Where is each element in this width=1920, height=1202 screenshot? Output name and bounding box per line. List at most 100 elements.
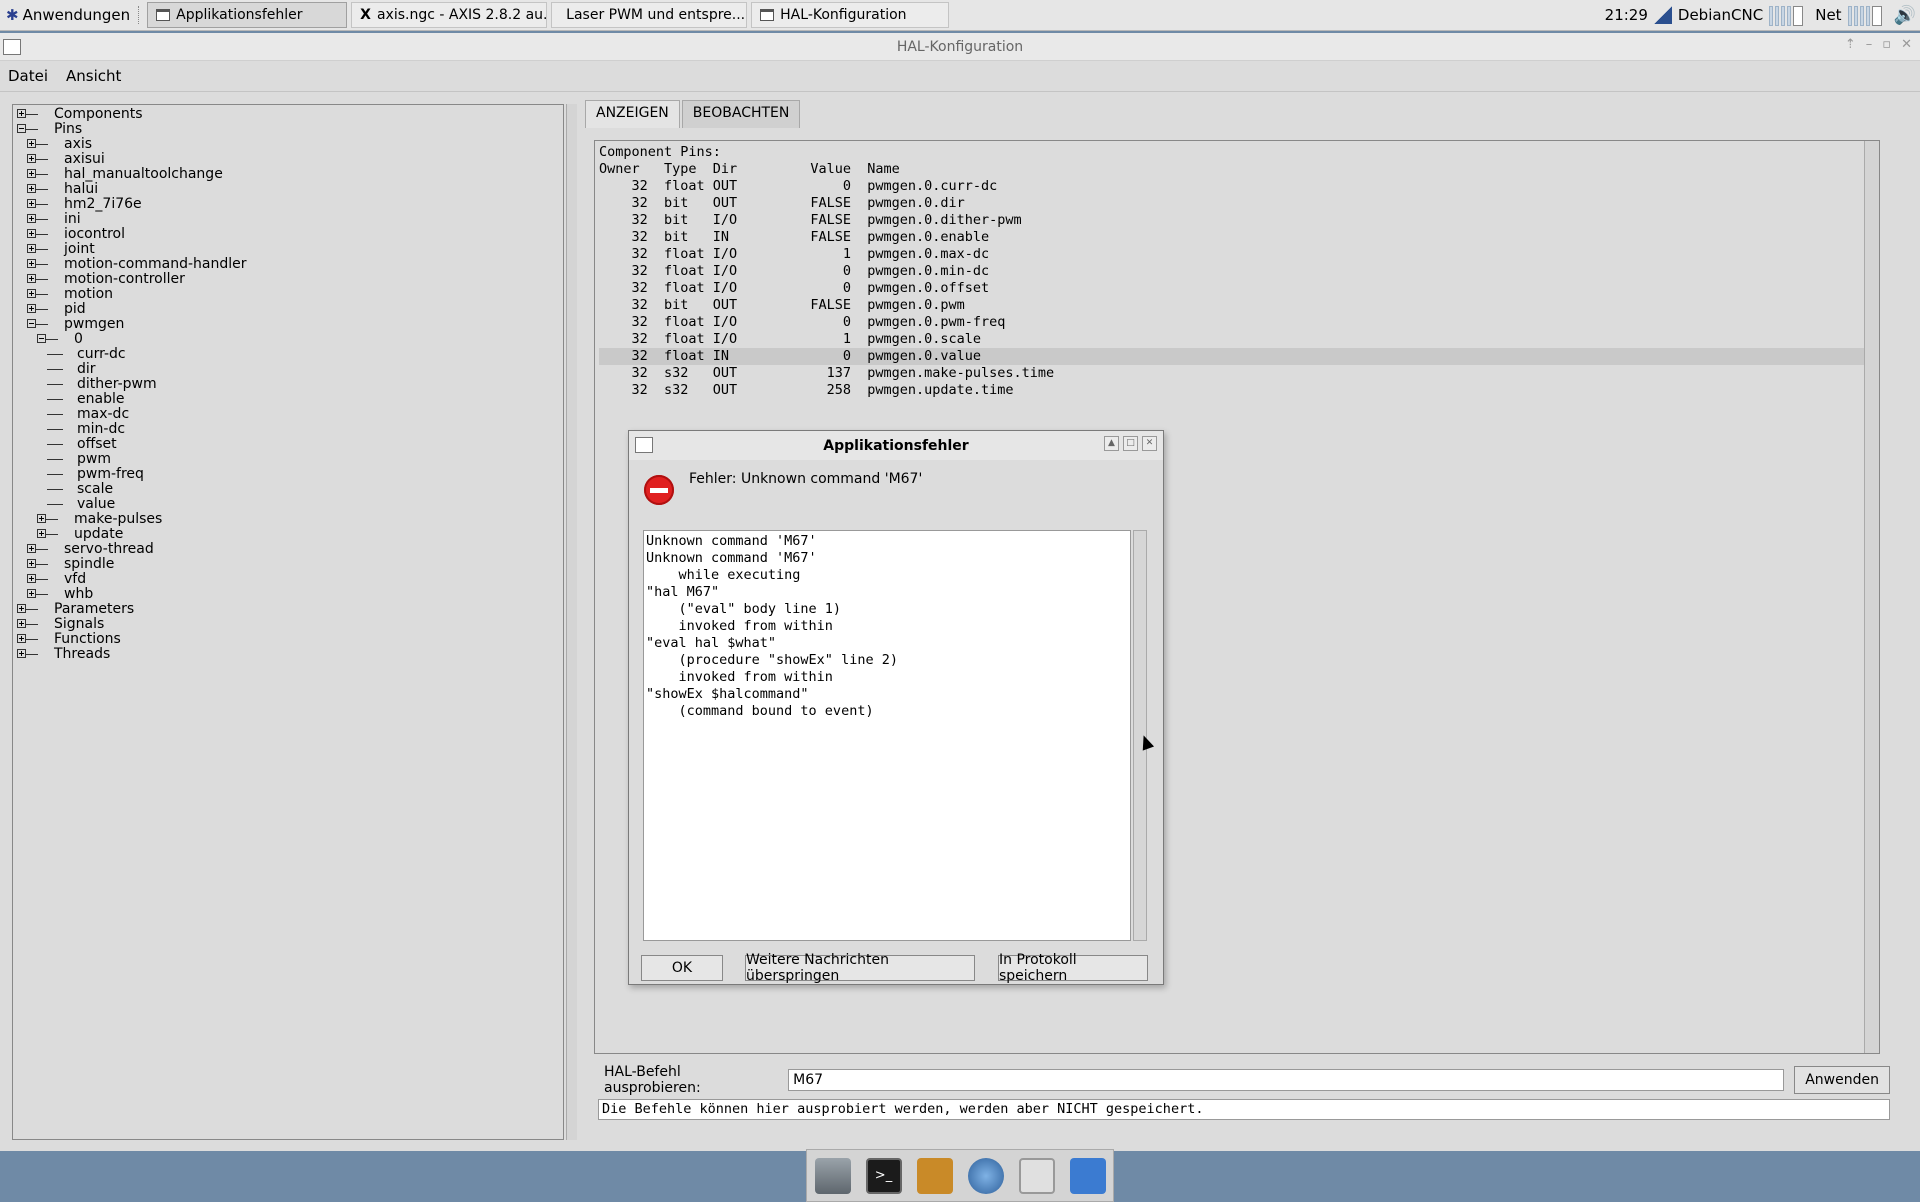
- tree-item[interactable]: motion: [13, 287, 553, 302]
- expand-icon[interactable]: [27, 574, 36, 583]
- tree-item[interactable]: dir: [13, 362, 553, 377]
- pin-row[interactable]: 32 float I/O 0 pwmgen.0.pwm-freq: [599, 314, 1869, 331]
- tree-item[interactable]: joint: [13, 242, 553, 257]
- search-icon[interactable]: [1018, 1157, 1055, 1194]
- save-to-log-button[interactable]: In Protokoll speichern: [998, 952, 1148, 984]
- expand-icon[interactable]: [27, 154, 36, 163]
- expand-icon[interactable]: [27, 289, 36, 298]
- collapse-icon[interactable]: [27, 319, 36, 328]
- tree-item[interactable]: pwm: [13, 452, 553, 467]
- tree-item[interactable]: pwmgen: [13, 317, 553, 332]
- expand-icon[interactable]: [27, 304, 36, 313]
- task-axis[interactable]: X axis.ngc - AXIS 2.8.2 au...: [351, 2, 548, 28]
- expand-icon[interactable]: [17, 619, 26, 628]
- pin-row[interactable]: 32 float I/O 1 pwmgen.0.scale: [599, 331, 1869, 348]
- tree-item[interactable]: offset: [13, 437, 553, 452]
- expand-icon[interactable]: [27, 244, 36, 253]
- tree-item[interactable]: update: [13, 527, 553, 542]
- clock[interactable]: 21:29: [1605, 6, 1648, 24]
- tree-item[interactable]: whb: [13, 587, 553, 602]
- tree-item[interactable]: motion-controller: [13, 272, 553, 287]
- tree-item[interactable]: servo-thread: [13, 542, 553, 557]
- network-bars-icon[interactable]: [1653, 6, 1672, 24]
- tree-item[interactable]: enable: [13, 392, 553, 407]
- skip-messages-button[interactable]: Weitere Nachrichten überspringen: [745, 952, 975, 984]
- tree-item[interactable]: motion-command-handler: [13, 257, 553, 272]
- collapse-icon[interactable]: [17, 124, 26, 133]
- menu-datei[interactable]: Datei: [8, 67, 48, 85]
- tree-item[interactable]: iocontrol: [13, 227, 553, 242]
- tree-item[interactable]: 0: [13, 332, 553, 347]
- tree-item[interactable]: scale: [13, 482, 553, 497]
- hal-tree[interactable]: Components Pins axis axisui hal_manualtoolch…: [12, 104, 564, 1140]
- pin-row[interactable]: 32 s32 OUT 137 pwmgen.make-pulses.time: [599, 365, 1869, 382]
- tree-item[interactable]: vfd: [13, 572, 553, 587]
- tree-item[interactable]: axis: [13, 137, 553, 152]
- tree-scrollbar[interactable]: [566, 104, 577, 1140]
- tree-item[interactable]: max-dc: [13, 407, 553, 422]
- tree-item[interactable]: Pins: [13, 122, 553, 137]
- command-input[interactable]: M67: [788, 1068, 1785, 1091]
- window-titlebar[interactable]: HAL-Konfiguration ⇡ – ▫ ✕: [0, 33, 1920, 61]
- task-hal-konfiguration[interactable]: HAL-Konfiguration: [751, 2, 950, 28]
- pin-row[interactable]: 32 bit OUT FALSE pwmgen.0.pwm: [599, 297, 1869, 314]
- error-details[interactable]: Unknown command 'M67' Unknown command 'M…: [643, 530, 1131, 941]
- expand-icon[interactable]: [27, 199, 36, 208]
- expand-icon[interactable]: [27, 589, 36, 598]
- menu-ansicht[interactable]: Ansicht: [66, 67, 121, 85]
- tree-item[interactable]: hm2_7i76e: [13, 197, 553, 212]
- pin-row[interactable]: 32 bit I/O FALSE pwmgen.0.dither-pwm: [599, 212, 1869, 229]
- expand-icon[interactable]: [27, 169, 36, 178]
- window-icon[interactable]: [635, 437, 653, 453]
- maximize-icon[interactable]: □: [1123, 436, 1138, 451]
- expand-icon[interactable]: [17, 604, 26, 613]
- collapse-icon[interactable]: [37, 334, 46, 343]
- expand-icon[interactable]: [27, 184, 36, 193]
- minimize-icon[interactable]: –: [1866, 37, 1873, 52]
- pin-row[interactable]: 32 float I/O 0 pwmgen.0.min-dc: [599, 263, 1869, 280]
- expand-icon[interactable]: [27, 229, 36, 238]
- shade-icon[interactable]: ▲: [1104, 436, 1119, 451]
- expand-icon[interactable]: [17, 109, 26, 118]
- expand-icon[interactable]: [17, 634, 26, 643]
- tree-item[interactable]: halui: [13, 182, 553, 197]
- tree-item[interactable]: axisui: [13, 152, 553, 167]
- expand-icon[interactable]: [27, 259, 36, 268]
- task-applikationsfehler[interactable]: Applikationsfehler: [147, 2, 348, 28]
- ok-button[interactable]: OK: [641, 955, 723, 981]
- pin-row[interactable]: 32 bit OUT FALSE pwmgen.0.dir: [599, 195, 1869, 212]
- tab-beobachten[interactable]: BEOBACHTEN: [681, 100, 801, 128]
- maximize-icon[interactable]: ▫: [1882, 37, 1891, 52]
- window-icon[interactable]: [3, 39, 21, 55]
- dialog-titlebar[interactable]: Applikationsfehler ▲ □ ✕: [629, 431, 1163, 460]
- close-icon[interactable]: ✕: [1142, 436, 1157, 451]
- tree-item[interactable]: Components: [13, 107, 553, 122]
- tree-item[interactable]: min-dc: [13, 422, 553, 437]
- pin-row[interactable]: 32 s32 OUT 258 pwmgen.update.time: [599, 382, 1869, 399]
- tree-item[interactable]: pwm-freq: [13, 467, 553, 482]
- tree-item[interactable]: pid: [13, 302, 553, 317]
- pins-scrollbar[interactable]: [1864, 141, 1879, 1053]
- tab-anzeigen[interactable]: ANZEIGEN: [585, 100, 680, 128]
- tree-item[interactable]: Signals: [13, 617, 553, 632]
- applications-menu-button[interactable]: ✱ Anwendungen: [0, 0, 136, 30]
- pin-row[interactable]: 32 float OUT 0 pwmgen.0.curr-dc: [599, 178, 1869, 195]
- tree-item[interactable]: curr-dc: [13, 347, 553, 362]
- pin-row[interactable]: 32 bit IN FALSE pwmgen.0.enable: [599, 229, 1869, 246]
- expand-icon[interactable]: [27, 139, 36, 148]
- expand-icon[interactable]: [27, 544, 36, 553]
- file-cabinet-icon[interactable]: [916, 1157, 953, 1194]
- expand-icon[interactable]: [27, 214, 36, 223]
- tree-item[interactable]: ini: [13, 212, 553, 227]
- web-browser-icon[interactable]: [967, 1157, 1004, 1194]
- pin-row[interactable]: 32 float I/O 0 pwmgen.0.offset: [599, 280, 1869, 297]
- desktop-icon[interactable]: [814, 1157, 851, 1194]
- close-icon[interactable]: ✕: [1901, 37, 1912, 52]
- tree-item[interactable]: Functions: [13, 632, 553, 647]
- expand-icon[interactable]: [17, 649, 26, 658]
- volume-icon[interactable]: 🔊: [1894, 5, 1916, 26]
- pin-row[interactable]: 32 float I/O 1 pwmgen.0.max-dc: [599, 246, 1869, 263]
- expand-icon[interactable]: [37, 514, 46, 523]
- tree-item[interactable]: Threads: [13, 647, 553, 662]
- terminal-icon[interactable]: >_: [865, 1157, 902, 1194]
